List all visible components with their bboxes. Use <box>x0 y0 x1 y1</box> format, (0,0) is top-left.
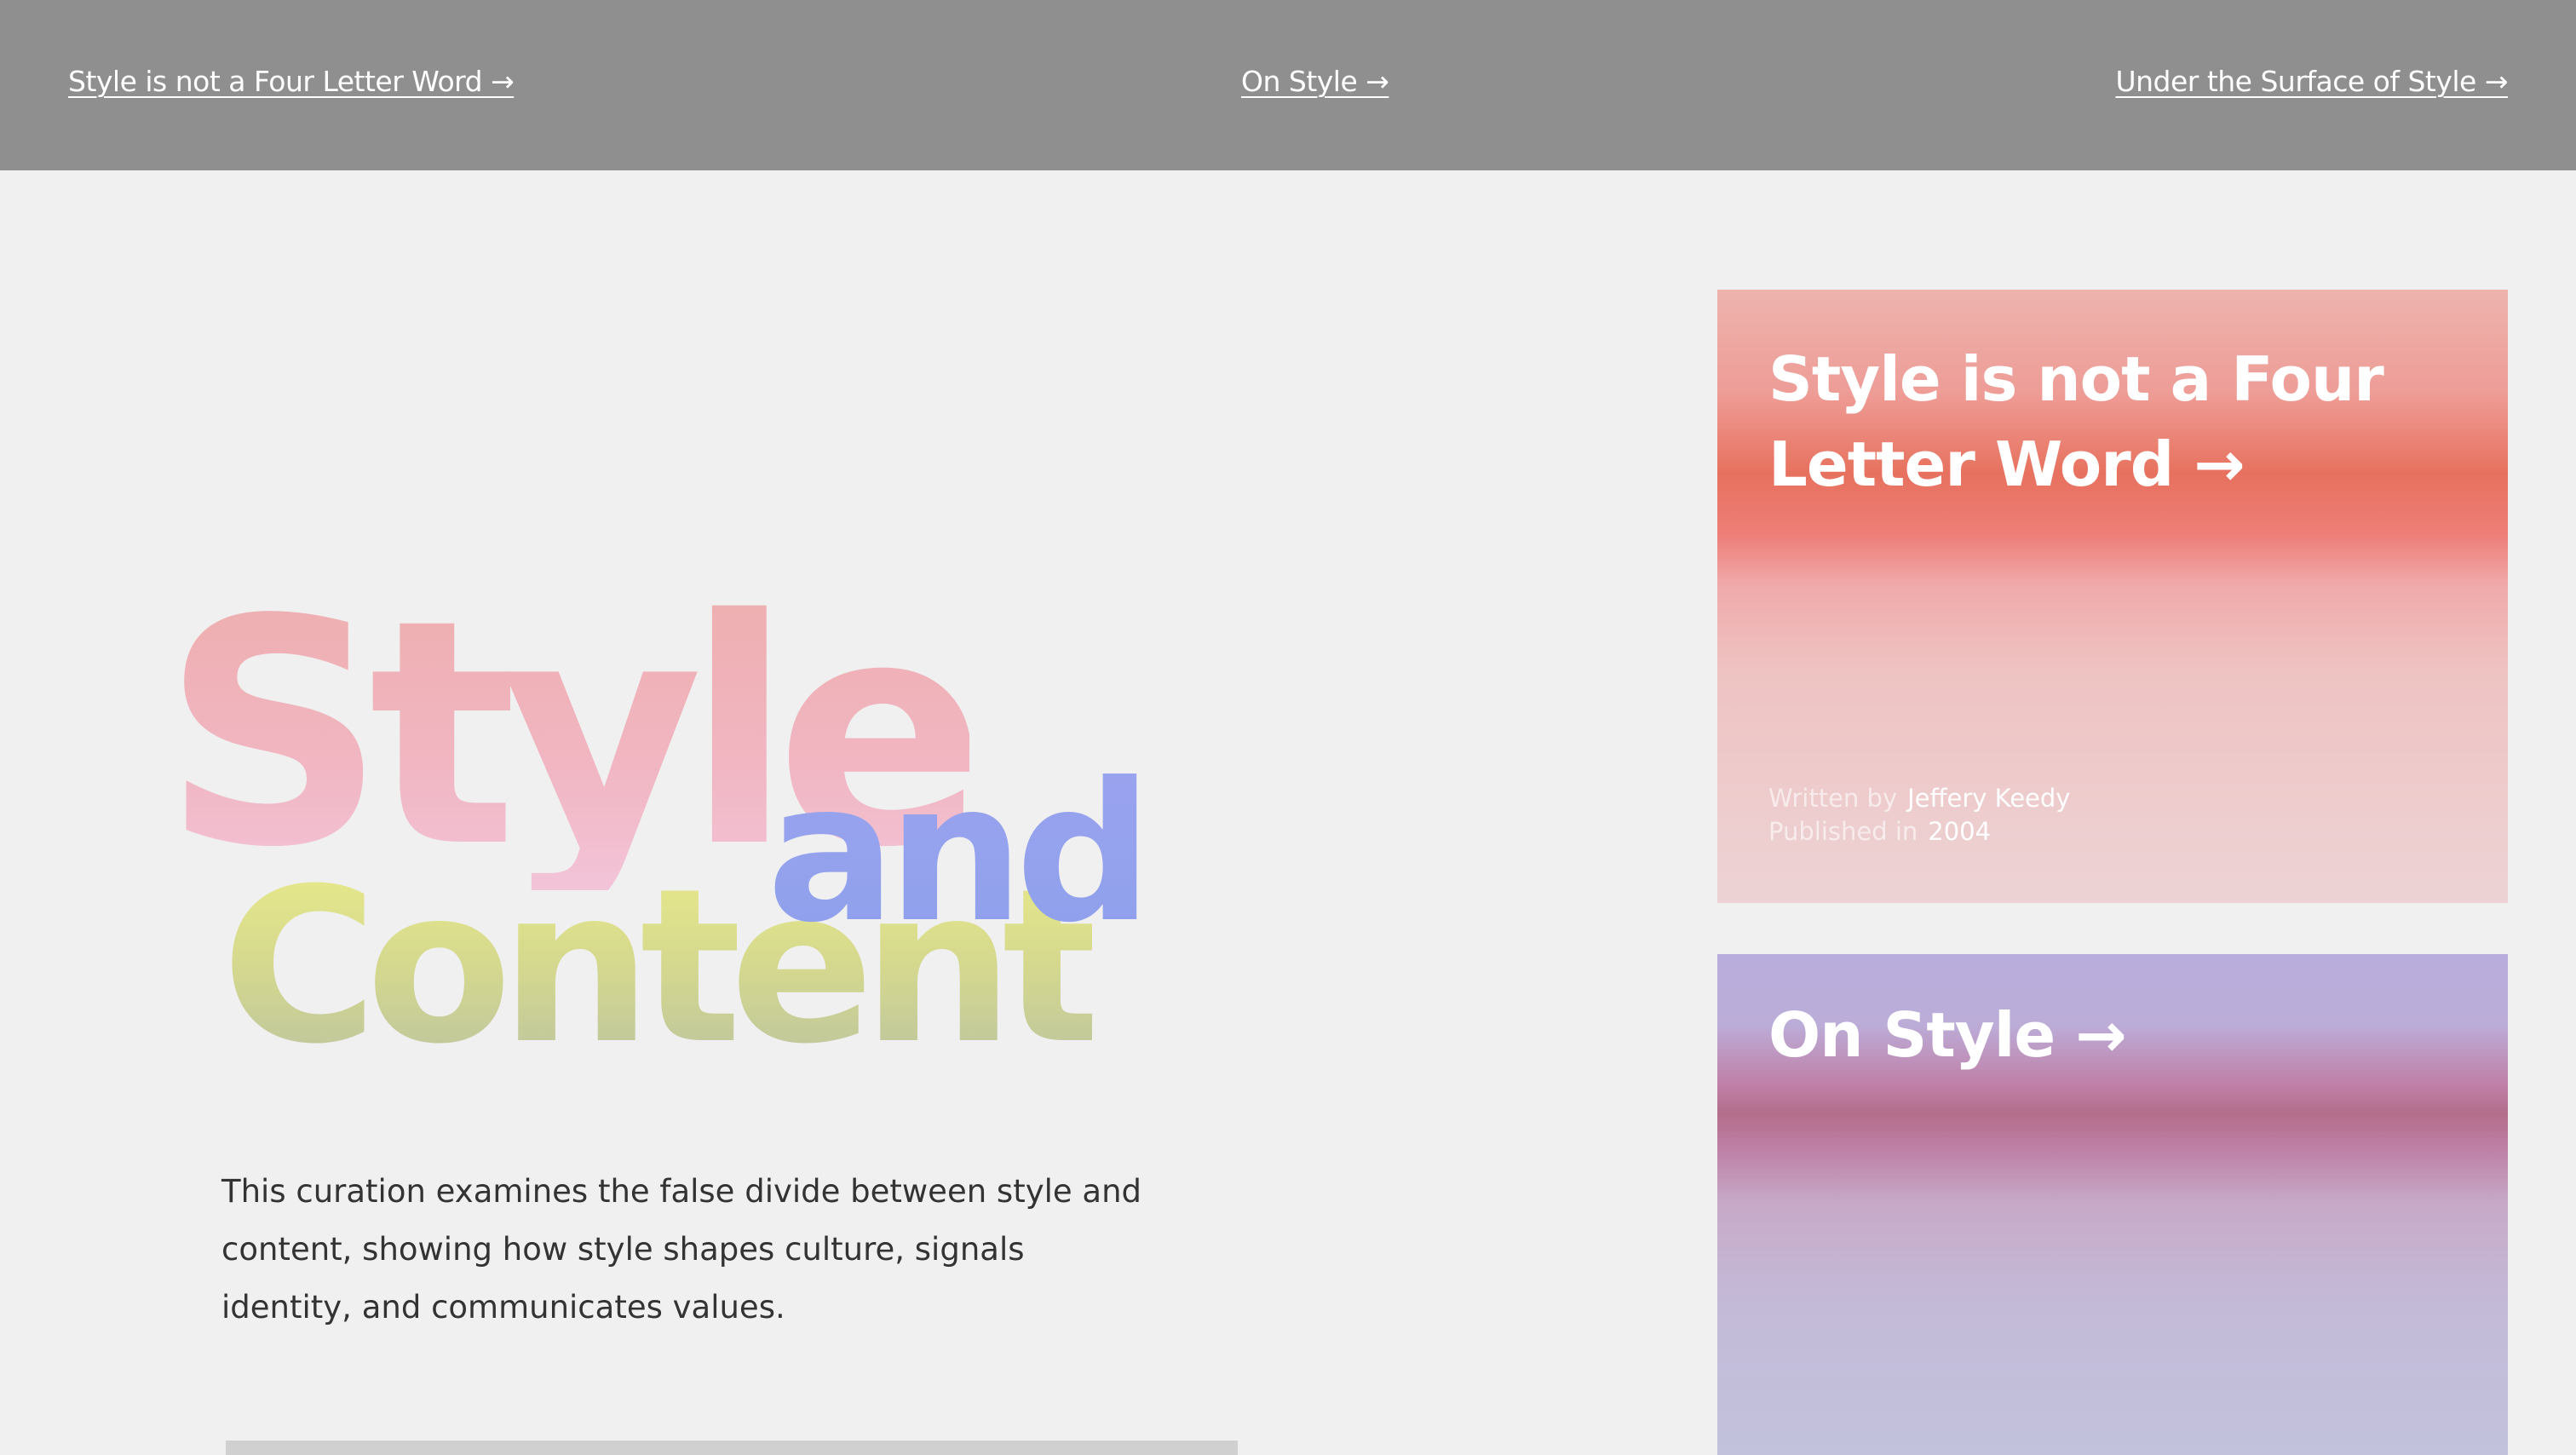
published-label: Published in <box>1768 817 1918 846</box>
written-by-label: Written by <box>1768 784 1898 813</box>
bottom-divider <box>226 1441 1238 1455</box>
published-year: 2004 <box>1928 817 1992 846</box>
curation-description: This curation examines the false divide … <box>221 1173 1142 1326</box>
author-name: Jeffery Keedy <box>1907 784 2071 813</box>
article-card-on-style[interactable]: On Style → <box>1717 954 2508 1455</box>
card-meta-published-row: Published in 2004 <box>1768 815 2070 848</box>
hero-title: Style Content and <box>153 579 1176 1073</box>
card-title: On Style → <box>1768 999 2127 1071</box>
card-meta-author-row: Written by Jeffery Keedy <box>1768 782 2070 815</box>
hero-word-and: and <box>767 742 1153 965</box>
nav-link-under-the-surface[interactable]: Under the Surface of Style → <box>2115 63 2508 101</box>
top-nav: Style is not a Four Letter Word → On Sty… <box>0 0 2576 170</box>
article-card-four-letter-word[interactable]: Style is not a Four Letter Word → Writte… <box>1717 290 2508 903</box>
card-meta: Written by Jeffery Keedy Published in 2004 <box>1768 782 2070 848</box>
nav-link-four-letter-word[interactable]: Style is not a Four Letter Word → <box>68 63 515 101</box>
nav-link-on-style[interactable]: On Style → <box>1241 63 1389 101</box>
card-title: Style is not a Four Letter Word → <box>1768 343 2384 500</box>
